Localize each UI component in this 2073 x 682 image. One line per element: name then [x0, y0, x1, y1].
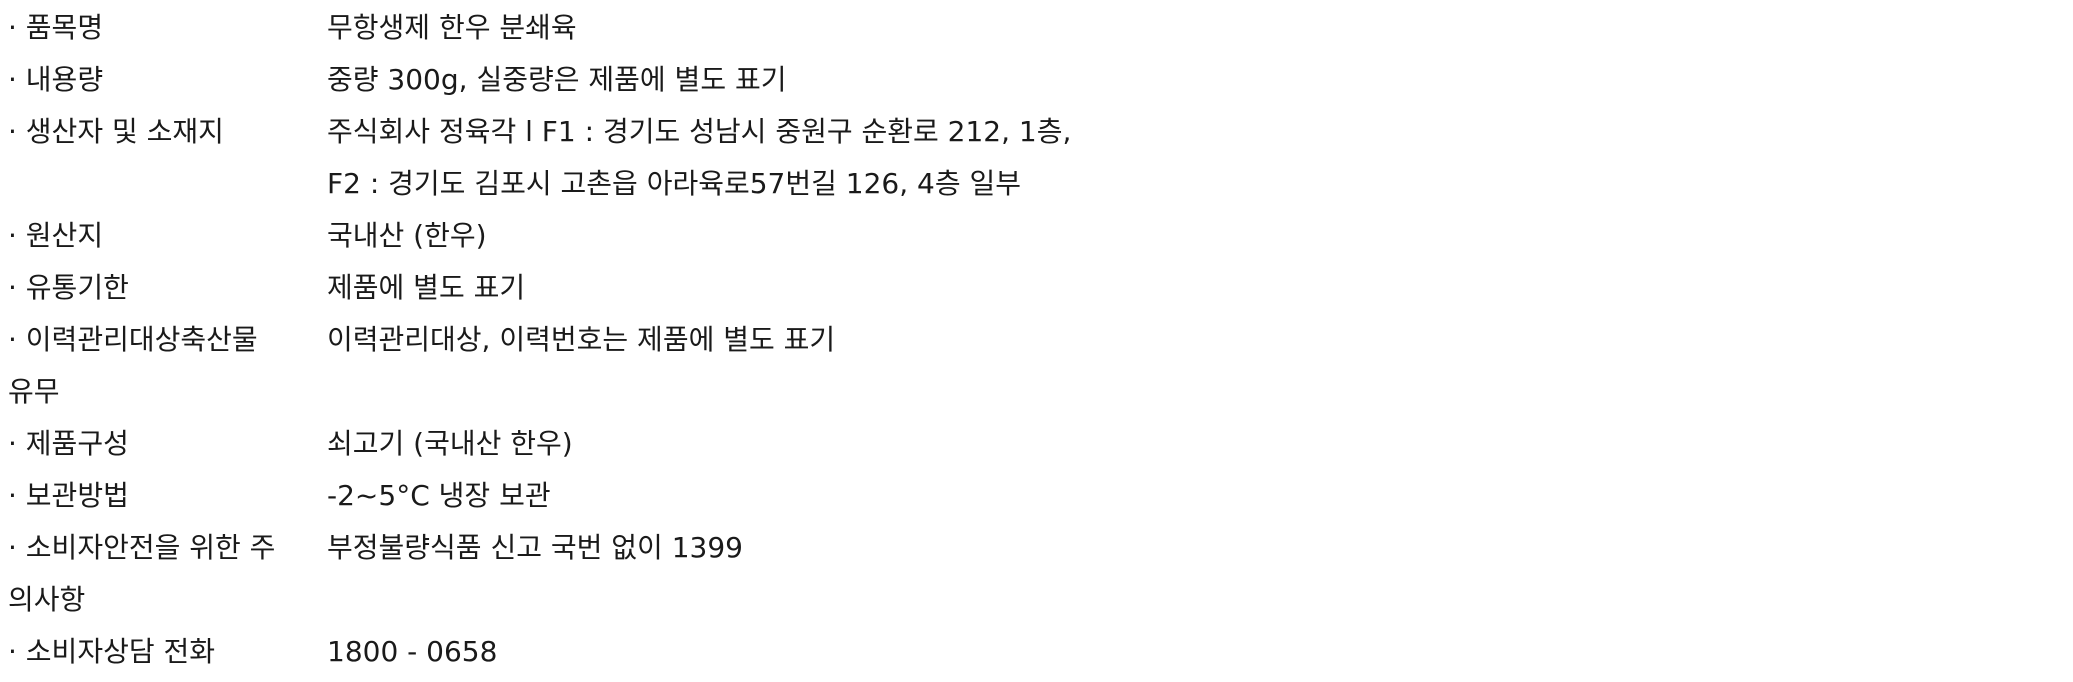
row-content-amount: · 내용량 중량 300g, 실중량은 제품에 별도 표기	[0, 54, 2073, 106]
row-label: · 보관방법	[8, 479, 129, 512]
row-value: 주식회사 정육각 l F1 : 경기도 성남시 중원구 순환로 212, 1층,	[327, 115, 1072, 148]
row-label-wrap: 유무	[8, 375, 60, 408]
row-value: 부정불량식품 신고 국번 없이 1399	[327, 531, 743, 564]
row-label: · 품목명	[8, 11, 104, 44]
row-label: · 원산지	[8, 219, 104, 252]
row-value: 중량 300g, 실중량은 제품에 별도 표기	[327, 63, 787, 96]
row-value: 이력관리대상, 이력번호는 제품에 별도 표기	[327, 323, 836, 356]
row-value-line2: F2 : 경기도 김포시 고촌읍 아라육로57번길 126, 4층 일부	[327, 167, 1022, 200]
row-value: 국내산 (한우)	[327, 219, 487, 252]
row-label: · 소비자상담 전화	[8, 635, 216, 668]
row-product-name: · 품목명 무항생제 한우 분쇄육	[0, 2, 2073, 54]
row-label: · 제품구성	[8, 427, 129, 460]
row-composition: · 제품구성 쇠고기 (국내산 한우)	[0, 418, 2073, 470]
row-traceability: · 이력관리대상축산물 유무 이력관리대상, 이력번호는 제품에 별도 표기	[0, 314, 2073, 408]
row-storage: · 보관방법 -2~5°C 냉장 보관	[0, 470, 2073, 522]
row-value: 1800 - 0658	[327, 635, 498, 668]
row-value: 무항생제 한우 분쇄육	[327, 11, 577, 44]
row-value: 제품에 별도 표기	[327, 271, 526, 304]
row-safety-notes: · 소비자안전을 위한 주 의사항 부정불량식품 신고 국번 없이 1399	[0, 522, 2073, 616]
row-value: 쇠고기 (국내산 한우)	[327, 427, 573, 460]
row-value: -2~5°C 냉장 보관	[327, 479, 551, 512]
row-label-wrap: 의사항	[8, 583, 86, 616]
row-consumer-phone: · 소비자상담 전화 1800 - 0658	[0, 626, 2073, 678]
row-label: · 유통기한	[8, 271, 129, 304]
row-label: · 내용량	[8, 63, 104, 96]
product-info-table: · 품목명 무항생제 한우 분쇄육 · 내용량 중량 300g, 실중량은 제품…	[0, 0, 2073, 682]
row-origin: · 원산지 국내산 (한우)	[0, 210, 2073, 262]
row-label: · 소비자안전을 위한 주	[8, 531, 276, 564]
row-expiration: · 유통기한 제품에 별도 표기	[0, 262, 2073, 314]
row-producer-location: · 생산자 및 소재지 주식회사 정육각 l F1 : 경기도 성남시 중원구 …	[0, 106, 2073, 200]
row-label: · 생산자 및 소재지	[8, 115, 224, 148]
row-label: · 이력관리대상축산물	[8, 323, 258, 356]
